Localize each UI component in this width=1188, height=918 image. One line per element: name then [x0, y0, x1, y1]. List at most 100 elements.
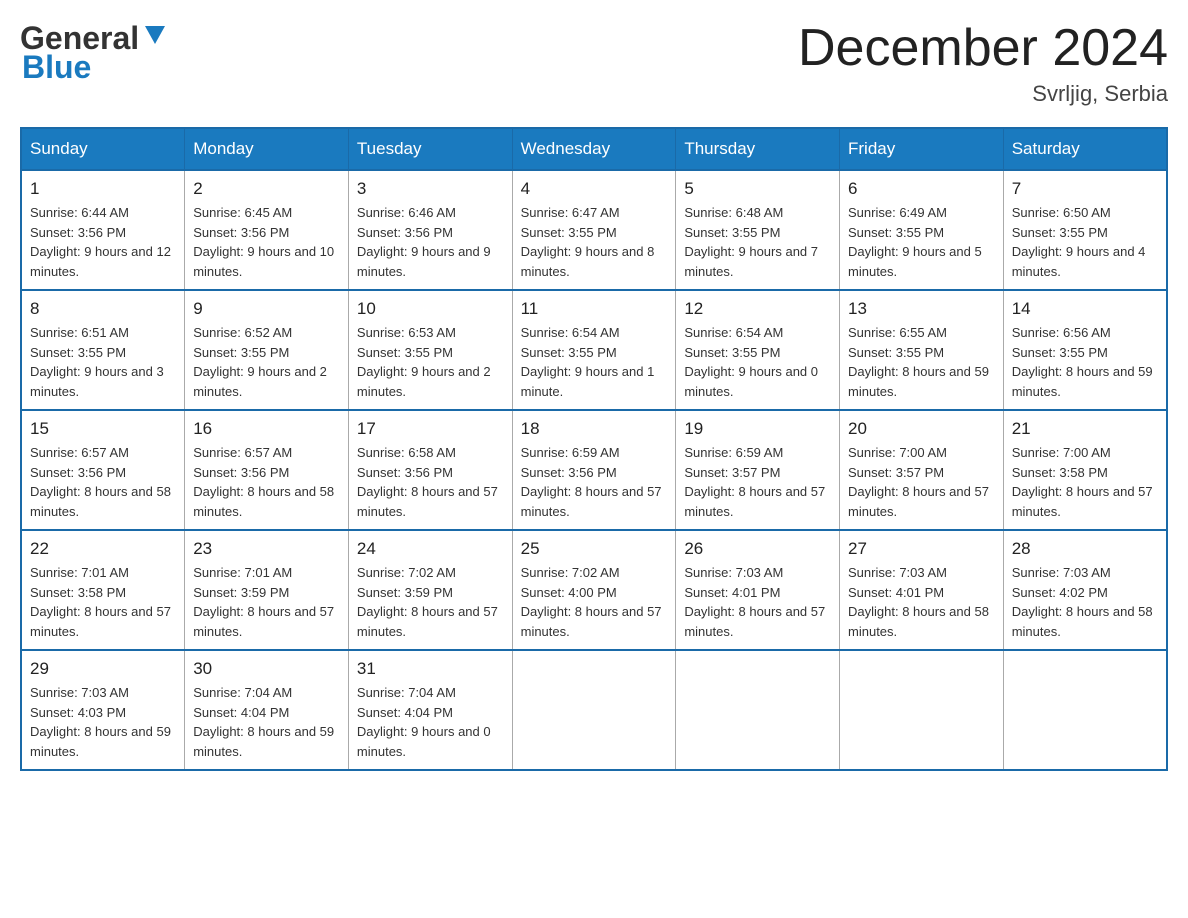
- day-number: 28: [1012, 539, 1158, 559]
- day-number: 27: [848, 539, 995, 559]
- day-number: 9: [193, 299, 340, 319]
- calendar-week-1: 1 Sunrise: 6:44 AMSunset: 3:56 PMDaylight…: [21, 170, 1167, 290]
- header-thursday: Thursday: [676, 128, 840, 170]
- day-info: Sunrise: 7:03 AMSunset: 4:01 PMDaylight:…: [684, 563, 831, 641]
- day-number: 22: [30, 539, 176, 559]
- calendar-cell: 22 Sunrise: 7:01 AMSunset: 3:58 PMDayligh…: [21, 530, 185, 650]
- day-info: Sunrise: 6:57 AMSunset: 3:56 PMDaylight:…: [30, 443, 176, 521]
- day-info: Sunrise: 7:02 AMSunset: 4:00 PMDaylight:…: [521, 563, 668, 641]
- day-number: 11: [521, 299, 668, 319]
- day-number: 24: [357, 539, 504, 559]
- calendar-cell: 17Sunrise: 6:58 AMSunset: 3:56 PMDayligh…: [348, 410, 512, 530]
- logo: General Blue: [20, 20, 169, 86]
- calendar-cell: 14 Sunrise: 6:56 AMSunset: 3:55 PMDayligh…: [1003, 290, 1167, 410]
- calendar-cell: 4 Sunrise: 6:47 AMSunset: 3:55 PMDaylight…: [512, 170, 676, 290]
- day-number: 1: [30, 179, 176, 199]
- day-info: Sunrise: 6:54 AMSunset: 3:55 PMDaylight:…: [521, 323, 668, 401]
- day-info: Sunrise: 6:55 AMSunset: 3:55 PMDaylight:…: [848, 323, 995, 401]
- day-info: Sunrise: 6:56 AMSunset: 3:55 PMDaylight:…: [1012, 323, 1158, 401]
- day-number: 23: [193, 539, 340, 559]
- day-number: 31: [357, 659, 504, 679]
- day-number: 8: [30, 299, 176, 319]
- calendar-cell: 24 Sunrise: 7:02 AMSunset: 3:59 PMDayligh…: [348, 530, 512, 650]
- day-info: Sunrise: 6:53 AMSunset: 3:55 PMDaylight:…: [357, 323, 504, 401]
- day-info: Sunrise: 6:49 AMSunset: 3:55 PMDaylight:…: [848, 203, 995, 281]
- calendar-cell: 1 Sunrise: 6:44 AMSunset: 3:56 PMDaylight…: [21, 170, 185, 290]
- calendar-cell: 18 Sunrise: 6:59 AMSunset: 3:56 PMDayligh…: [512, 410, 676, 530]
- day-number: 16: [193, 419, 340, 439]
- calendar-cell: 26Sunrise: 7:03 AMSunset: 4:01 PMDayligh…: [676, 530, 840, 650]
- header-friday: Friday: [840, 128, 1004, 170]
- day-info: Sunrise: 7:03 AMSunset: 4:01 PMDaylight:…: [848, 563, 995, 641]
- calendar-cell: 21Sunrise: 7:00 AMSunset: 3:58 PMDayligh…: [1003, 410, 1167, 530]
- day-number: 7: [1012, 179, 1158, 199]
- calendar-cell: 31 Sunrise: 7:04 AMSunset: 4:04 PMDayligh…: [348, 650, 512, 770]
- day-info: Sunrise: 6:47 AMSunset: 3:55 PMDaylight:…: [521, 203, 668, 281]
- calendar-header-row: Sunday Monday Tuesday Wednesday Thursday…: [21, 128, 1167, 170]
- location: Svrljig, Serbia: [798, 81, 1168, 107]
- day-number: 29: [30, 659, 176, 679]
- calendar-cell: 19 Sunrise: 6:59 AMSunset: 3:57 PMDayligh…: [676, 410, 840, 530]
- day-number: 3: [357, 179, 504, 199]
- title-section: December 2024 Svrljig, Serbia: [798, 20, 1168, 107]
- calendar-cell: 9Sunrise: 6:52 AMSunset: 3:55 PMDaylight…: [185, 290, 349, 410]
- header-saturday: Saturday: [1003, 128, 1167, 170]
- calendar-cell: 28 Sunrise: 7:03 AMSunset: 4:02 PMDayligh…: [1003, 530, 1167, 650]
- day-info: Sunrise: 7:02 AMSunset: 3:59 PMDaylight:…: [357, 563, 504, 641]
- day-number: 2: [193, 179, 340, 199]
- day-number: 19: [684, 419, 831, 439]
- day-info: Sunrise: 6:59 AMSunset: 3:57 PMDaylight:…: [684, 443, 831, 521]
- day-number: 15: [30, 419, 176, 439]
- day-number: 17: [357, 419, 504, 439]
- day-number: 21: [1012, 419, 1158, 439]
- calendar-cell: 10Sunrise: 6:53 AMSunset: 3:55 PMDayligh…: [348, 290, 512, 410]
- calendar-cell: 3 Sunrise: 6:46 AMSunset: 3:56 PMDaylight…: [348, 170, 512, 290]
- calendar-week-3: 15 Sunrise: 6:57 AMSunset: 3:56 PMDayligh…: [21, 410, 1167, 530]
- day-info: Sunrise: 7:03 AMSunset: 4:02 PMDaylight:…: [1012, 563, 1158, 641]
- day-info: Sunrise: 6:59 AMSunset: 3:56 PMDaylight:…: [521, 443, 668, 521]
- calendar-cell: 23 Sunrise: 7:01 AMSunset: 3:59 PMDayligh…: [185, 530, 349, 650]
- day-info: Sunrise: 7:01 AMSunset: 3:59 PMDaylight:…: [193, 563, 340, 641]
- calendar-week-5: 29 Sunrise: 7:03 AMSunset: 4:03 PMDayligh…: [21, 650, 1167, 770]
- calendar-cell: 11 Sunrise: 6:54 AMSunset: 3:55 PMDayligh…: [512, 290, 676, 410]
- calendar-cell: 16 Sunrise: 6:57 AMSunset: 3:56 PMDayligh…: [185, 410, 349, 530]
- page-header: General Blue December 2024 Svrljig, Serb…: [20, 20, 1168, 107]
- header-wednesday: Wednesday: [512, 128, 676, 170]
- calendar-week-2: 8 Sunrise: 6:51 AMSunset: 3:55 PMDaylight…: [21, 290, 1167, 410]
- day-number: 14: [1012, 299, 1158, 319]
- day-info: Sunrise: 7:04 AMSunset: 4:04 PMDaylight:…: [357, 683, 504, 761]
- logo-triangle-icon: [141, 22, 169, 50]
- day-info: Sunrise: 6:57 AMSunset: 3:56 PMDaylight:…: [193, 443, 340, 521]
- calendar-cell: 8 Sunrise: 6:51 AMSunset: 3:55 PMDaylight…: [21, 290, 185, 410]
- day-info: Sunrise: 6:51 AMSunset: 3:55 PMDaylight:…: [30, 323, 176, 401]
- day-info: Sunrise: 6:46 AMSunset: 3:56 PMDaylight:…: [357, 203, 504, 281]
- day-info: Sunrise: 7:03 AMSunset: 4:03 PMDaylight:…: [30, 683, 176, 761]
- month-title: December 2024: [798, 20, 1168, 77]
- logo-blue: Blue: [22, 49, 91, 86]
- day-number: 13: [848, 299, 995, 319]
- day-info: Sunrise: 6:54 AMSunset: 3:55 PMDaylight:…: [684, 323, 831, 401]
- calendar-cell: [512, 650, 676, 770]
- day-info: Sunrise: 7:04 AMSunset: 4:04 PMDaylight:…: [193, 683, 340, 761]
- day-number: 4: [521, 179, 668, 199]
- calendar-cell: 30Sunrise: 7:04 AMSunset: 4:04 PMDayligh…: [185, 650, 349, 770]
- day-info: Sunrise: 6:45 AMSunset: 3:56 PMDaylight:…: [193, 203, 340, 281]
- calendar-cell: [1003, 650, 1167, 770]
- header-sunday: Sunday: [21, 128, 185, 170]
- calendar-cell: 20Sunrise: 7:00 AMSunset: 3:57 PMDayligh…: [840, 410, 1004, 530]
- calendar-table: Sunday Monday Tuesday Wednesday Thursday…: [20, 127, 1168, 771]
- day-number: 18: [521, 419, 668, 439]
- calendar-cell: 2 Sunrise: 6:45 AMSunset: 3:56 PMDaylight…: [185, 170, 349, 290]
- calendar-cell: 29 Sunrise: 7:03 AMSunset: 4:03 PMDayligh…: [21, 650, 185, 770]
- calendar-cell: 13 Sunrise: 6:55 AMSunset: 3:55 PMDayligh…: [840, 290, 1004, 410]
- day-number: 5: [684, 179, 831, 199]
- day-info: Sunrise: 6:44 AMSunset: 3:56 PMDaylight:…: [30, 203, 176, 281]
- day-number: 25: [521, 539, 668, 559]
- calendar-cell: 12 Sunrise: 6:54 AMSunset: 3:55 PMDayligh…: [676, 290, 840, 410]
- day-number: 12: [684, 299, 831, 319]
- calendar-week-4: 22 Sunrise: 7:01 AMSunset: 3:58 PMDayligh…: [21, 530, 1167, 650]
- day-info: Sunrise: 7:01 AMSunset: 3:58 PMDaylight:…: [30, 563, 176, 641]
- header-monday: Monday: [185, 128, 349, 170]
- day-info: Sunrise: 7:00 AMSunset: 3:57 PMDaylight:…: [848, 443, 995, 521]
- calendar-cell: 27 Sunrise: 7:03 AMSunset: 4:01 PMDayligh…: [840, 530, 1004, 650]
